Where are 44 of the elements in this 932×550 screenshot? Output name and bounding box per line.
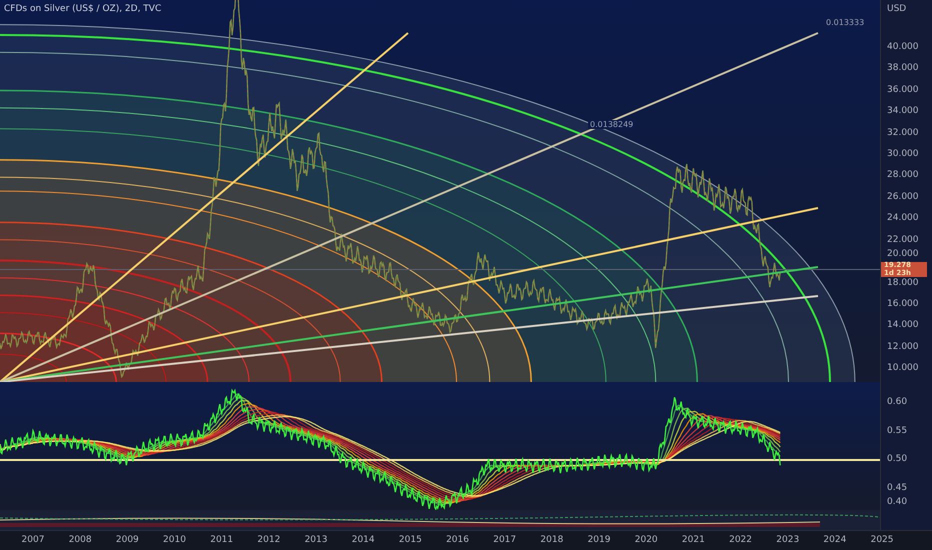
year-label: 2017 <box>492 535 518 545</box>
price-axis-label: 34.000 <box>887 106 918 116</box>
currency-label: USD <box>887 4 906 14</box>
price-axis-label: 28.000 <box>887 170 918 180</box>
price-axis-label: 32.000 <box>887 128 918 138</box>
price-axis-label: 10.000 <box>887 363 918 373</box>
year-label: 2010 <box>162 535 187 545</box>
fan-ratio-label: 0.0138249 <box>588 120 636 129</box>
year-label: 2013 <box>304 535 328 545</box>
oscillator-axis-label: 0.45 <box>887 482 908 492</box>
year-label: 2016 <box>445 535 470 545</box>
price-axis-label: 30.000 <box>887 149 918 159</box>
year-label: 2019 <box>586 535 612 545</box>
fan-ratio-label: 0.013333 <box>824 18 866 27</box>
price-axis-label: 36.000 <box>887 84 918 95</box>
year-label: 2009 <box>114 535 140 545</box>
oscillator-axis-label: 0.40 <box>887 497 908 507</box>
year-label: 2024 <box>822 535 848 545</box>
year-label: 2014 <box>350 535 376 545</box>
price-axis-label: 26.000 <box>887 192 918 202</box>
year-label: 2011 <box>209 535 234 545</box>
year-label: 2021 <box>680 535 706 545</box>
year-label: 2023 <box>775 535 800 545</box>
oscillator-axis-label: 0.55 <box>887 426 908 436</box>
year-label: 2015 <box>398 535 423 545</box>
year-label: 2008 <box>68 535 93 545</box>
price-axis-label: 14.000 <box>887 320 918 330</box>
price-axis-label: 12.000 <box>887 342 918 352</box>
price-axis-label: 20.000 <box>887 249 918 260</box>
year-label: 2007 <box>20 535 46 545</box>
oscillator-axis-label: 0.50 <box>887 454 908 464</box>
price-axis-label: 24.000 <box>887 213 918 224</box>
chart-title: CFDs on Silver (US$ / OZ), 2D, TVC <box>4 4 162 14</box>
year-label: 2018 <box>539 535 564 545</box>
price-axis-label: 16.000 <box>887 298 918 309</box>
price-axis-label: 38.000 <box>887 63 918 74</box>
price-axis-label: 40.000 <box>887 42 918 52</box>
year-label: 2012 <box>256 535 282 545</box>
year-label: 2020 <box>634 535 659 545</box>
year-label: 2022 <box>728 535 753 545</box>
price-axis-label: 18.000 <box>887 278 918 288</box>
oscillator-axis-label: 0.60 <box>887 397 908 407</box>
price-axis-label: 22.000 <box>887 234 918 245</box>
year-label: 2025 <box>870 535 894 545</box>
